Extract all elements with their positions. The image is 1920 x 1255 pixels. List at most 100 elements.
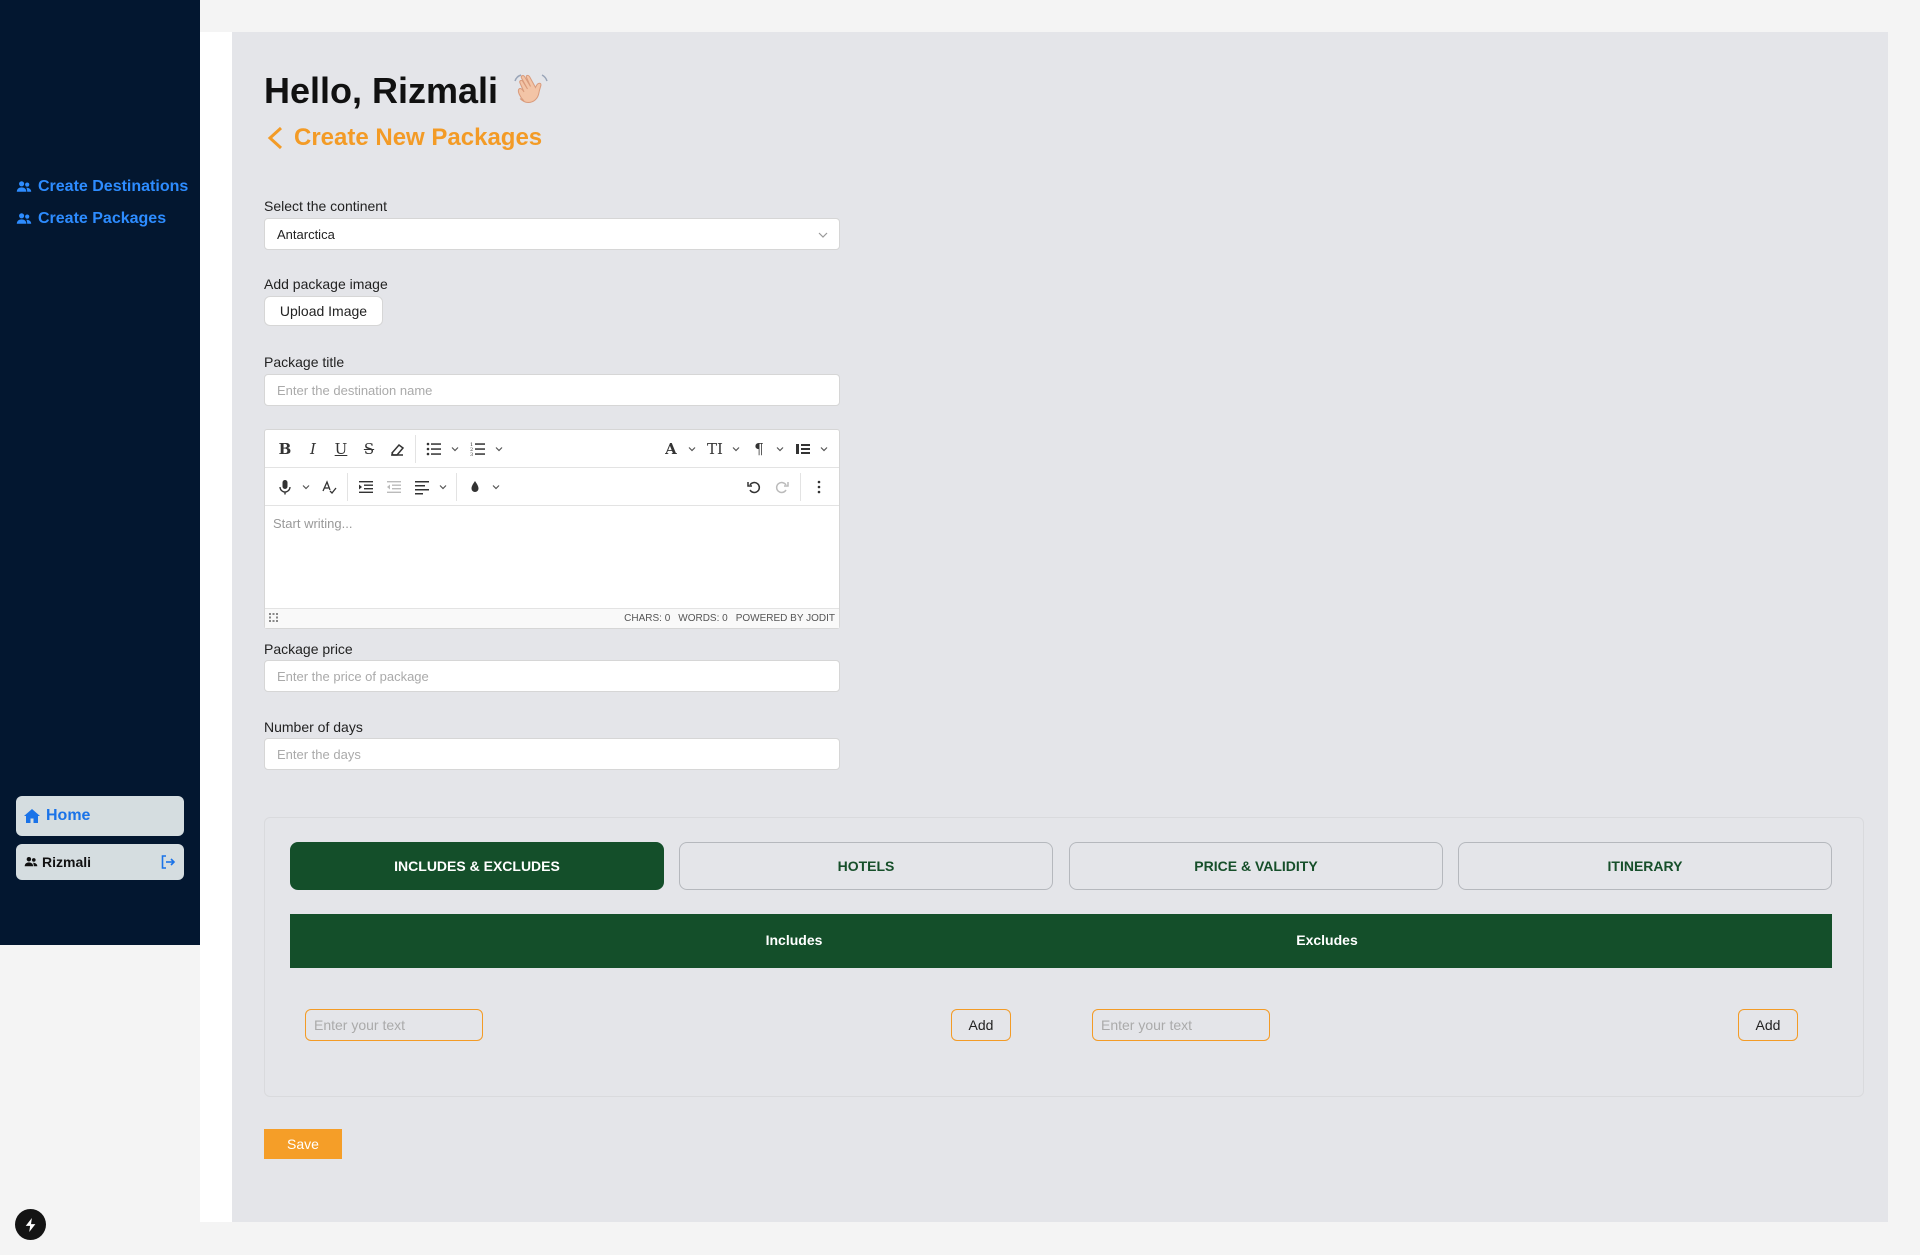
package-price-input[interactable]	[264, 660, 840, 692]
includes-excludes-header: Includes Excludes	[290, 914, 1832, 968]
sidebar-item-label: Create Destinations	[38, 178, 189, 195]
tab-hotels[interactable]: HOTELS	[679, 842, 1053, 890]
color-drop-icon	[471, 480, 479, 492]
upload-image-button[interactable]: Upload Image	[264, 296, 383, 326]
page-title: Create New Packages	[294, 124, 543, 151]
font-size-button[interactable]: TI	[701, 435, 729, 463]
paragraph-button[interactable]: ¶	[745, 435, 773, 463]
microphone-icon	[279, 479, 291, 494]
days-label: Number of days	[264, 719, 363, 735]
more-vertical-icon	[817, 480, 821, 493]
sidebar-item-create-destinations[interactable]: Create Destinations	[16, 178, 188, 196]
align-left-icon	[415, 480, 429, 494]
line-height-icon	[796, 443, 810, 454]
align-button[interactable]	[408, 473, 436, 501]
continent-value: Antarctica	[277, 226, 335, 242]
chevron-down-icon[interactable]	[494, 444, 504, 454]
outdent-button[interactable]	[380, 473, 408, 501]
tab-price-validity[interactable]: PRICE & VALIDITY	[1069, 842, 1443, 890]
chevron-down-icon[interactable]	[301, 482, 311, 492]
chevron-down-icon[interactable]	[731, 444, 741, 454]
redo-button[interactable]	[768, 473, 796, 501]
tab-includes-excludes[interactable]: INCLUDES & EXCLUDES	[290, 842, 664, 890]
word-count: WORDS: 0	[678, 613, 728, 624]
spellcheck-icon	[322, 479, 337, 494]
eraser-icon	[391, 443, 405, 456]
waving-hand-icon	[514, 74, 548, 104]
undo-icon	[747, 481, 761, 493]
char-count: CHARS: 0	[624, 613, 671, 624]
excludes-input[interactable]	[1092, 1009, 1270, 1041]
svg-text:3: 3	[470, 452, 473, 457]
image-label: Add package image	[264, 276, 388, 292]
next-dev-indicator[interactable]	[15, 1209, 46, 1240]
numbered-list-button[interactable]: 123	[464, 435, 492, 463]
chevron-down-icon	[818, 232, 828, 238]
resize-handle-icon[interactable]	[269, 613, 278, 622]
add-exclude-button[interactable]: Add	[1738, 1009, 1798, 1041]
eraser-button[interactable]	[383, 435, 411, 463]
logout-icon[interactable]	[160, 854, 176, 870]
chevron-down-icon[interactable]	[438, 482, 448, 492]
sidebar-item-label: Create Packages	[38, 210, 167, 227]
add-include-button[interactable]: Add	[951, 1009, 1011, 1041]
chevron-down-icon[interactable]	[819, 444, 829, 454]
editor-toolbar-row-2	[265, 468, 839, 506]
tab-itinerary[interactable]: ITINERARY	[1458, 842, 1832, 890]
color-button[interactable]	[461, 473, 489, 501]
strikethrough-button[interactable]: S	[355, 435, 383, 463]
indent-button[interactable]	[352, 473, 380, 501]
outdent-icon	[387, 480, 401, 493]
chevron-left-icon	[267, 126, 283, 150]
toolbar-separator	[800, 472, 801, 501]
greeting-heading: Hello, Rizmali	[264, 70, 550, 112]
chevron-down-icon[interactable]	[775, 444, 785, 454]
powered-by[interactable]: POWERED BY JODIT	[736, 613, 835, 624]
user-icon	[24, 856, 38, 867]
user-card: Rizmali	[16, 844, 184, 880]
continent-label: Select the continent	[264, 198, 387, 214]
chevron-down-icon[interactable]	[491, 482, 501, 492]
chevron-down-icon[interactable]	[687, 444, 697, 454]
top-bar	[200, 0, 1920, 32]
sidebar: Create Destinations Create Packages Home…	[0, 0, 200, 945]
italic-button[interactable]: I	[299, 435, 327, 463]
number-of-days-input[interactable]	[264, 738, 840, 770]
bolt-icon	[25, 1217, 35, 1232]
user-name: Rizmali	[42, 854, 92, 870]
editor-status-bar: CHARS: 0 WORDS: 0 POWERED BY JODIT	[265, 608, 839, 628]
microphone-button[interactable]	[271, 473, 299, 501]
numbered-list-icon: 123	[470, 442, 485, 457]
continent-select[interactable]: Antarctica	[264, 218, 840, 250]
title-label: Package title	[264, 354, 345, 370]
includes-header: Includes	[765, 932, 823, 948]
home-button[interactable]: Home	[16, 796, 184, 836]
undo-button[interactable]	[740, 473, 768, 501]
back-button[interactable]: Create New Packages	[264, 124, 542, 152]
bullet-list-button[interactable]	[420, 435, 448, 463]
users-icon	[16, 181, 32, 192]
save-button[interactable]: Save	[264, 1129, 342, 1159]
includes-input[interactable]	[305, 1009, 483, 1041]
redo-icon	[775, 481, 789, 493]
details-tabs-panel: INCLUDES & EXCLUDES HOTELS PRICE & VALID…	[264, 817, 1864, 1097]
main-content: Hello, Rizmali Create New Packages Selec…	[232, 32, 1888, 1222]
sidebar-item-create-packages[interactable]: Create Packages	[16, 210, 166, 228]
toolbar-separator	[415, 434, 416, 463]
line-height-button[interactable]	[789, 435, 817, 463]
price-label: Package price	[264, 641, 353, 657]
rich-text-editor: B I U S 123 A TI ¶ Start writing... CHAR…	[264, 429, 840, 629]
indent-icon	[359, 480, 373, 493]
home-label: Home	[46, 807, 91, 824]
excludes-header: Excludes	[1296, 932, 1358, 948]
font-button[interactable]: A	[657, 435, 685, 463]
more-options-button[interactable]	[805, 473, 833, 501]
toolbar-separator	[347, 472, 348, 501]
spellcheck-button[interactable]	[315, 473, 343, 501]
underline-button[interactable]: U	[327, 435, 355, 463]
package-title-input[interactable]	[264, 374, 840, 406]
users-icon	[16, 213, 32, 224]
bold-button[interactable]: B	[271, 435, 299, 463]
editor-text-area[interactable]: Start writing...	[265, 506, 839, 608]
chevron-down-icon[interactable]	[450, 444, 460, 454]
